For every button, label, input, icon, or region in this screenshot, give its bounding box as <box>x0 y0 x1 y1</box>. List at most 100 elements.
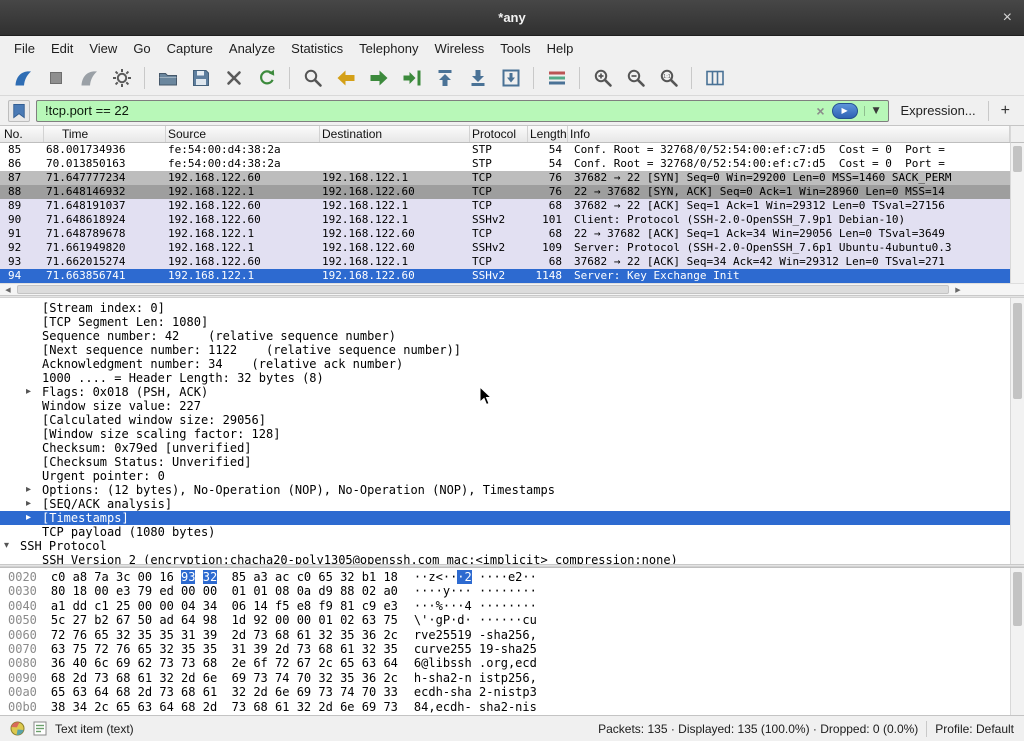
scroll-left-icon[interactable]: ◀ <box>0 286 16 294</box>
hex-row-0020[interactable]: 0020c0 a8 7a 3c 00 16 93 32 85 a3 ac c0 … <box>8 570 1024 584</box>
go-to-packet-button[interactable] <box>397 64 426 92</box>
hex-row-00b0[interactable]: 00b038 34 2c 65 63 64 68 2d 73 68 61 32 … <box>8 700 1024 714</box>
menu-edit[interactable]: Edit <box>43 38 81 59</box>
tree-item[interactable]: [Calculated window size: 29056] <box>0 413 1010 427</box>
menu-tools[interactable]: Tools <box>492 38 538 59</box>
tree-item[interactable]: Checksum: 0x79ed [unverified] <box>0 441 1010 455</box>
expression-button[interactable]: Expression... <box>895 103 982 118</box>
tree-item[interactable]: [Window size scaling factor: 128] <box>0 427 1010 441</box>
packet-list-vscrollbar[interactable] <box>1010 143 1024 283</box>
expert-info-icon[interactable] <box>10 721 25 736</box>
scrollbar-thumb[interactable] <box>1013 146 1022 172</box>
column-header-time[interactable]: Time <box>44 126 166 142</box>
packet-row-91[interactable]: 9171.648789678192.168.122.1192.168.122.6… <box>0 227 1010 241</box>
menu-view[interactable]: View <box>81 38 125 59</box>
display-filter-value[interactable]: !tcp.port == 22 <box>45 103 809 118</box>
tree-item[interactable]: SSH Version 2 (encryption:chacha20-poly1… <box>0 553 1010 564</box>
start-capture-button[interactable] <box>8 64 37 92</box>
filter-bookmark-button[interactable] <box>8 100 30 122</box>
menu-telephony[interactable]: Telephony <box>351 38 426 59</box>
hex-row-0070[interactable]: 007063 75 72 76 65 32 35 35 31 39 2d 73 … <box>8 642 1024 656</box>
zoom-original-button[interactable]: 1:1 <box>654 64 683 92</box>
hex-row-0090[interactable]: 009068 2d 73 68 61 32 2d 6e 69 73 74 70 … <box>8 671 1024 685</box>
column-header-length[interactable]: Length <box>528 126 568 142</box>
find-packet-button[interactable] <box>298 64 327 92</box>
tree-item[interactable]: [Next sequence number: 1122 (relative se… <box>0 343 1010 357</box>
hex-row-0060[interactable]: 006072 76 65 32 35 35 31 39 2d 73 68 61 … <box>8 628 1024 642</box>
menu-analyze[interactable]: Analyze <box>221 38 283 59</box>
resize-columns-button[interactable] <box>700 64 729 92</box>
zoom-in-button[interactable] <box>588 64 617 92</box>
menu-capture[interactable]: Capture <box>159 38 221 59</box>
scroll-right-icon[interactable]: ▶ <box>950 286 966 294</box>
tree-item[interactable]: ▸[SEQ/ACK analysis] <box>0 497 1010 511</box>
go-forward-button[interactable] <box>364 64 393 92</box>
menu-statistics[interactable]: Statistics <box>283 38 351 59</box>
packet-row-88[interactable]: 8871.648146932192.168.122.1192.168.122.6… <box>0 185 1010 199</box>
bytes-vscrollbar[interactable] <box>1010 568 1024 715</box>
tree-item[interactable]: [TCP Segment Len: 1080] <box>0 315 1010 329</box>
hex-row-0030[interactable]: 003080 18 00 e3 79 ed 00 00 01 01 08 0a … <box>8 584 1024 598</box>
packet-row-86[interactable]: 8670.013850163fe:54:00:d4:38:2aSTP54Conf… <box>0 157 1010 171</box>
capture-file-properties-icon[interactable] <box>33 721 47 736</box>
tree-item[interactable]: ▾SSH Protocol <box>0 539 1010 553</box>
tree-item[interactable]: TCP payload (1080 bytes) <box>0 525 1010 539</box>
packet-row-89[interactable]: 8971.648191037192.168.122.60192.168.122.… <box>0 199 1010 213</box>
column-header-source[interactable]: Source <box>166 126 320 142</box>
packet-row-93[interactable]: 9371.662015274192.168.122.60192.168.122.… <box>0 255 1010 269</box>
add-filter-button[interactable]: + <box>995 102 1016 120</box>
tree-item[interactable]: 1000 .... = Header Length: 32 bytes (8) <box>0 371 1010 385</box>
expand-arrow-icon[interactable]: ▸ <box>26 497 42 511</box>
window-close-button[interactable]: × <box>1003 0 1012 35</box>
column-header-protocol[interactable]: Protocol <box>470 126 528 142</box>
hex-row-0050[interactable]: 00505c 27 b2 67 50 ad 64 98 1d 92 00 00 … <box>8 613 1024 627</box>
tree-item[interactable]: ▸Flags: 0x018 (PSH, ACK) <box>0 385 1010 399</box>
filter-apply-button[interactable]: ▶ <box>832 103 858 119</box>
scrollbar-thumb[interactable] <box>17 285 949 294</box>
tree-item[interactable]: Window size value: 227 <box>0 399 1010 413</box>
expand-arrow-icon[interactable]: ▸ <box>26 385 42 399</box>
scrollbar-thumb[interactable] <box>1013 572 1022 626</box>
go-back-button[interactable] <box>331 64 360 92</box>
menu-file[interactable]: File <box>6 38 43 59</box>
hscroll-track[interactable] <box>16 284 950 295</box>
hex-row-0080[interactable]: 008036 40 6c 69 62 73 73 68 2e 6f 72 67 … <box>8 656 1024 670</box>
capture-options-button[interactable] <box>107 64 136 92</box>
filter-clear-icon[interactable]: × <box>809 103 831 119</box>
filter-history-dropdown[interactable]: ▼ <box>864 106 884 116</box>
packet-list-hscrollbar[interactable]: ◀ ▶ <box>0 283 1024 295</box>
close-capture-file-button[interactable] <box>219 64 248 92</box>
packet-row-92[interactable]: 9271.661949820192.168.122.1192.168.122.6… <box>0 241 1010 255</box>
save-capture-file-button[interactable] <box>186 64 215 92</box>
stop-capture-button[interactable] <box>41 64 70 92</box>
tree-item[interactable]: ▸[Timestamps] <box>0 511 1010 525</box>
packet-row-85[interactable]: 8568.001734936fe:54:00:d4:38:2aSTP54Conf… <box>0 143 1010 157</box>
display-filter-input[interactable]: !tcp.port == 22 × ▶ ▼ <box>36 100 889 122</box>
hex-row-0040[interactable]: 0040a1 dd c1 25 00 00 04 34 06 14 f5 e8 … <box>8 599 1024 613</box>
menu-help[interactable]: Help <box>539 38 582 59</box>
go-first-packet-button[interactable] <box>430 64 459 92</box>
auto-scroll-button[interactable] <box>496 64 525 92</box>
tree-item[interactable]: Sequence number: 42 (relative sequence n… <box>0 329 1010 343</box>
go-last-packet-button[interactable] <box>463 64 492 92</box>
column-header-no[interactable]: No. <box>0 126 44 142</box>
profile-status[interactable]: Profile: Default <box>935 722 1014 736</box>
menu-wireless[interactable]: Wireless <box>426 38 492 59</box>
colorize-packets-button[interactable] <box>542 64 571 92</box>
packet-row-87[interactable]: 8771.647777234192.168.122.60192.168.122.… <box>0 171 1010 185</box>
expand-arrow-icon[interactable]: ▸ <box>26 483 42 497</box>
restart-capture-button[interactable] <box>74 64 103 92</box>
expand-arrow-icon[interactable]: ▸ <box>26 511 42 525</box>
expand-arrow-icon[interactable]: ▾ <box>4 539 20 553</box>
details-vscrollbar[interactable] <box>1010 298 1024 564</box>
tree-item[interactable]: [Stream index: 0] <box>0 301 1010 315</box>
tree-item[interactable]: ▸Options: (12 bytes), No-Operation (NOP)… <box>0 483 1010 497</box>
column-header-info[interactable]: Info <box>568 126 1010 142</box>
packet-row-90[interactable]: 9071.648618924192.168.122.60192.168.122.… <box>0 213 1010 227</box>
reload-capture-file-button[interactable] <box>252 64 281 92</box>
tree-item[interactable]: Urgent pointer: 0 <box>0 469 1010 483</box>
hex-row-00a0[interactable]: 00a065 63 64 68 2d 73 68 61 32 2d 6e 69 … <box>8 685 1024 699</box>
scrollbar-thumb[interactable] <box>1013 303 1022 399</box>
tree-item[interactable]: Acknowledgment number: 34 (relative ack … <box>0 357 1010 371</box>
tree-item[interactable]: [Checksum Status: Unverified] <box>0 455 1010 469</box>
